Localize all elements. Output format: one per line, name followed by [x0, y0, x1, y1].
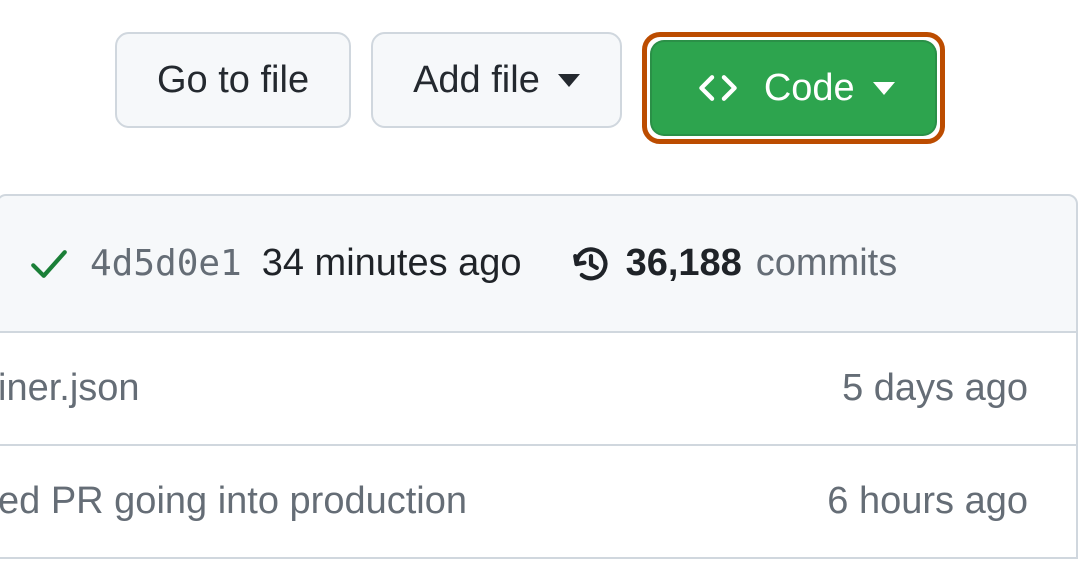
- file-time: 5 days ago: [842, 367, 1028, 410]
- add-file-button[interactable]: Add file: [371, 32, 622, 128]
- check-icon: [28, 243, 70, 285]
- code-button[interactable]: Code: [650, 40, 937, 136]
- file-commit-message[interactable]: ed PR going into production: [0, 480, 467, 523]
- code-button-highlight: Code: [642, 32, 945, 144]
- caret-down-icon: [873, 82, 895, 95]
- commits-label: commits: [756, 242, 897, 285]
- file-commit-message[interactable]: iner.json: [0, 367, 140, 410]
- code-icon: [692, 69, 744, 107]
- file-row[interactable]: iner.json 5 days ago: [0, 333, 1078, 446]
- caret-down-icon: [558, 74, 580, 87]
- file-time: 6 hours ago: [827, 480, 1028, 523]
- repo-toolbar: Go to file Add file Code: [115, 0, 1078, 172]
- go-to-file-label: Go to file: [157, 59, 309, 102]
- commit-count: 36,188: [626, 242, 742, 285]
- commit-time[interactable]: 34 minutes ago: [262, 242, 522, 285]
- history-icon: [570, 243, 612, 285]
- commits-link[interactable]: 36,188 commits: [570, 242, 898, 285]
- commit-sha[interactable]: 4d5d0e1: [90, 243, 242, 284]
- code-label: Code: [764, 67, 855, 110]
- go-to-file-button[interactable]: Go to file: [115, 32, 351, 128]
- commit-summary-bar[interactable]: 4d5d0e1 34 minutes ago 36,188 commits: [0, 194, 1078, 333]
- file-row[interactable]: ed PR going into production 6 hours ago: [0, 446, 1078, 559]
- add-file-label: Add file: [413, 59, 540, 102]
